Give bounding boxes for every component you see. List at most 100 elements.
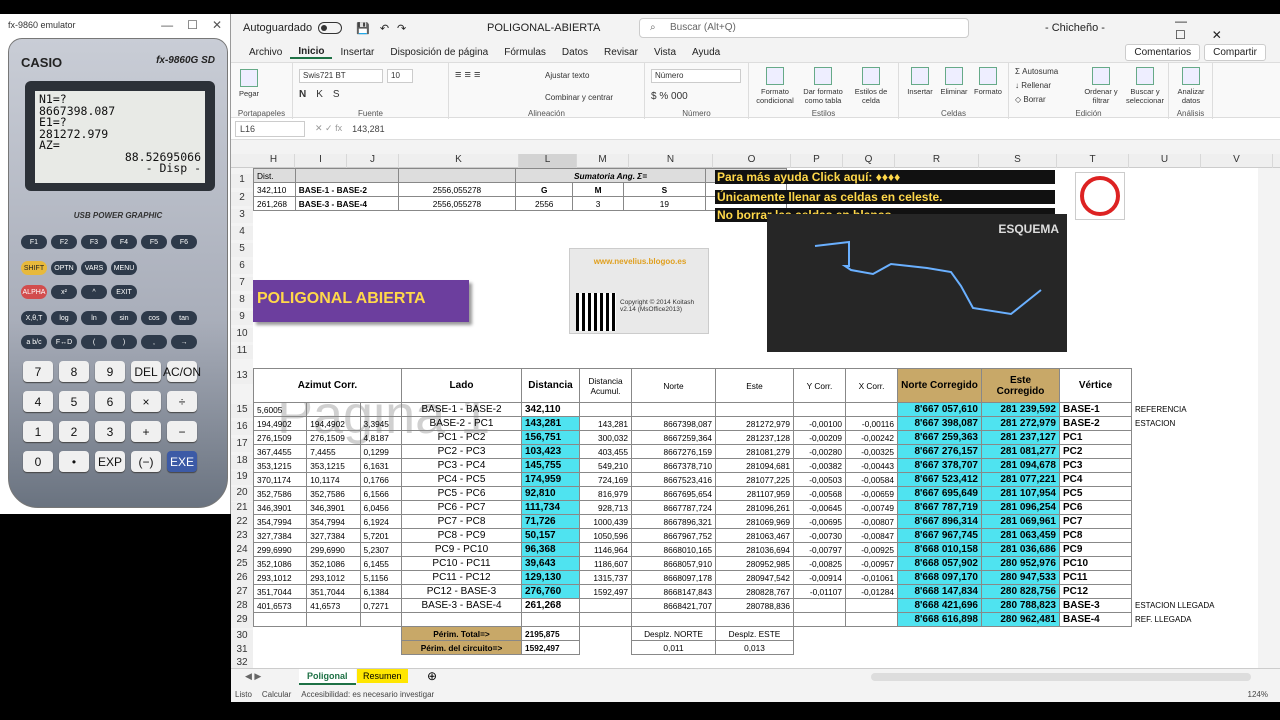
table-cell[interactable] [793, 402, 846, 417]
table-cell[interactable]: -0,01061 [845, 570, 898, 585]
table-cell[interactable]: 174,959 [521, 472, 580, 487]
table-cell[interactable]: PC9 - PC10 [401, 542, 522, 557]
fill-button[interactable]: ↓ Rellenar [1015, 81, 1051, 90]
table-cell[interactable]: 8'667 276,157 [897, 444, 982, 459]
table-cell[interactable]: 280 788,823 [981, 598, 1060, 613]
table-cell[interactable]: 8'668 616,898 [897, 612, 982, 627]
key-f1[interactable]: F1 [21, 235, 47, 249]
table-cell[interactable]: 8668421,707 [631, 598, 716, 613]
table-cell[interactable]: 8668147,843 [631, 584, 716, 599]
table-cell[interactable]: PC12 - BASE-3 [401, 584, 522, 599]
table-cell[interactable]: -0,00925 [845, 542, 898, 557]
table-cell[interactable]: -0,01107 [793, 584, 846, 599]
key-6[interactable]: 6 [95, 391, 125, 412]
key-ln[interactable]: ln [81, 311, 107, 325]
table-cell[interactable]: 280947,542 [715, 570, 794, 585]
table-cell[interactable] [401, 612, 522, 627]
table-cell[interactable]: 1146,964 [579, 542, 632, 557]
tab-insertar[interactable]: Insertar [332, 47, 382, 58]
key-exp[interactable]: EXP [95, 451, 125, 472]
table-cell[interactable]: -0,00847 [845, 528, 898, 543]
table-cell[interactable]: 281 069,961 [981, 514, 1060, 529]
table-cell[interactable]: -0,00209 [793, 430, 846, 445]
key-log[interactable]: log [51, 311, 77, 325]
table-cell[interactable]: 41,6573 [306, 598, 361, 613]
col-header[interactable]: R [895, 154, 979, 168]
col-header[interactable]: I [295, 154, 347, 168]
table-cell[interactable]: ESTACION LLEGADA [1132, 599, 1232, 613]
key-close-paren[interactable]: ) [111, 335, 137, 349]
table-cell[interactable]: PC5 [1059, 486, 1132, 501]
analyze-data-button[interactable]: Analizar datos [1173, 67, 1209, 105]
table-cell[interactable]: 8'668 097,170 [897, 570, 982, 585]
table-cell[interactable]: 346,3901 [253, 500, 308, 515]
table-cell[interactable]: 280952,985 [715, 556, 794, 571]
table-cell[interactable]: 281 237,127 [981, 430, 1060, 445]
table-cell[interactable]: PC11 [1059, 570, 1132, 585]
table-cell[interactable]: 281 107,954 [981, 486, 1060, 501]
key-exit[interactable]: EXIT [111, 285, 137, 299]
table-cell[interactable] [715, 402, 794, 417]
key-1[interactable]: 1 [23, 421, 53, 442]
table-cell[interactable]: 8'667 378,707 [897, 458, 982, 473]
table-cell[interactable]: 0,1766 [359, 472, 403, 487]
undo-icon[interactable]: ↶ [380, 22, 389, 35]
table-cell[interactable]: 293,1012 [253, 570, 308, 585]
tab-disposicion[interactable]: Disposición de página [382, 47, 496, 58]
tab-datos[interactable]: Datos [554, 47, 596, 58]
autosave-toggle[interactable] [318, 22, 343, 34]
sort-filter-button[interactable]: Ordenar y filtrar [1081, 67, 1121, 105]
row-header[interactable]: 17 [231, 438, 253, 452]
table-cell[interactable]: 8668057,910 [631, 556, 716, 571]
insert-button[interactable]: Insertar [903, 67, 937, 96]
table-cell[interactable]: 1000,439 [579, 514, 632, 529]
table-cell[interactable]: PC8 - PC9 [401, 528, 522, 543]
table-cell[interactable] [1132, 459, 1232, 473]
table-cell[interactable]: 8668097,178 [631, 570, 716, 585]
col-header[interactable]: H [253, 154, 295, 168]
table-cell[interactable]: 281036,694 [715, 542, 794, 557]
table-cell[interactable]: 6,1566 [359, 486, 403, 501]
table-cell[interactable]: PC12 [1059, 584, 1132, 599]
number-format-select[interactable]: Número [651, 69, 741, 83]
table-cell[interactable]: 281081,279 [715, 444, 794, 459]
table-cell[interactable]: 8667896,321 [631, 514, 716, 529]
table-cell[interactable]: 8667378,710 [631, 458, 716, 473]
table-cell[interactable]: 281 272,979 [981, 416, 1060, 431]
row-header[interactable]: 25 [231, 558, 253, 572]
table-cell[interactable]: 281096,261 [715, 500, 794, 515]
key-vars[interactable]: VARS [81, 261, 107, 275]
row-header[interactable]: 4 [231, 226, 253, 240]
table-cell[interactable]: 281063,467 [715, 528, 794, 543]
table-cell[interactable] [306, 402, 361, 417]
table-cell[interactable]: 280788,836 [715, 598, 794, 613]
row-header[interactable]: 27 [231, 586, 253, 600]
table-cell[interactable]: 8'667 896,314 [897, 514, 982, 529]
table-cell[interactable]: 8667398,087 [631, 416, 716, 431]
table-cell[interactable]: PC2 [1059, 444, 1132, 459]
table-cell[interactable]: 351,7044 [253, 584, 308, 599]
font-style-buttons[interactable]: NKS [299, 89, 350, 100]
table-cell[interactable]: 6,1631 [359, 458, 403, 473]
row-header[interactable]: 24 [231, 544, 253, 558]
table-cell[interactable]: PC7 - PC8 [401, 514, 522, 529]
table-cell[interactable]: 352,1086 [253, 556, 308, 571]
table-cell[interactable]: PC2 - PC3 [401, 444, 522, 459]
table-cell[interactable]: -0,01284 [845, 584, 898, 599]
table-cell[interactable]: 143,281 [579, 416, 632, 431]
table-cell[interactable] [631, 402, 716, 417]
key-power[interactable]: ^ [81, 285, 107, 299]
table-cell[interactable] [1132, 557, 1232, 571]
cell[interactable]: 342,110 [253, 182, 296, 197]
key-comma[interactable]: , [141, 335, 167, 349]
table-cell[interactable]: 8'667 695,649 [897, 486, 982, 501]
table-cell[interactable]: 281 036,686 [981, 542, 1060, 557]
key-4[interactable]: 4 [23, 391, 53, 412]
table-cell[interactable]: 39,643 [521, 556, 580, 571]
table-cell[interactable]: 276,760 [521, 584, 580, 599]
table-cell[interactable]: 327,7384 [306, 528, 361, 543]
table-cell[interactable]: -0,00325 [845, 444, 898, 459]
table-cell[interactable] [845, 402, 898, 417]
table-cell[interactable]: 352,7586 [253, 486, 308, 501]
table-cell[interactable]: 1592,497 [579, 584, 632, 599]
